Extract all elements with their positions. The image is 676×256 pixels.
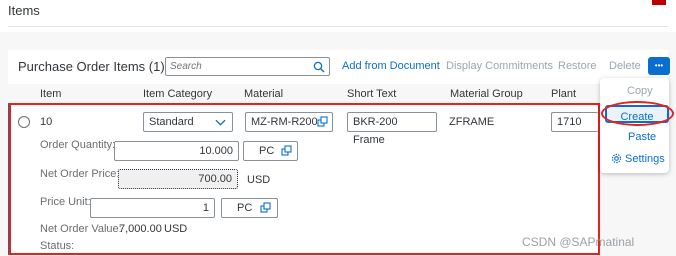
price-unit-unit-field[interactable]: PC: [221, 198, 278, 218]
page-title: Items: [8, 3, 40, 18]
display-commitments-button[interactable]: Display Commitments: [446, 60, 553, 72]
create-annotation-ellipse: [601, 101, 674, 126]
price-unit-input[interactable]: 1: [90, 198, 215, 218]
header-divider: [8, 26, 668, 27]
net-order-price-input[interactable]: 700.00: [118, 169, 238, 189]
delete-button[interactable]: Delete: [609, 60, 641, 72]
column-header-item-category: Item Category: [143, 88, 213, 100]
plant-value: 1710: [557, 116, 582, 128]
table-title: Purchase Order Items (1): [18, 59, 165, 74]
more-icon: •••: [654, 61, 664, 70]
plant-field[interactable]: 1710: [551, 112, 598, 132]
chevron-down-icon[interactable]: [215, 117, 226, 127]
column-header-item: Item: [40, 88, 62, 100]
add-from-document-button[interactable]: Add from Document: [342, 60, 440, 72]
net-order-price-currency: USD: [247, 174, 271, 186]
page-header: [0, 0, 676, 32]
search-icon[interactable]: [313, 61, 325, 73]
search-field[interactable]: [165, 57, 330, 76]
item-category-value: Standard: [149, 116, 194, 128]
column-header-short-text: Short Text: [347, 88, 397, 100]
value-help-icon[interactable]: [281, 145, 293, 157]
column-header-material: Material: [244, 88, 284, 100]
menu-item-paste[interactable]: Paste: [628, 131, 656, 143]
value-help-icon[interactable]: [260, 202, 272, 214]
watermark: CSDN @SAPmatinal: [522, 235, 635, 249]
short-text-field[interactable]: BKR-200 Frame: [347, 112, 437, 146]
price-unit-label: Price Unit:: [40, 196, 91, 208]
row-select-radio[interactable]: [18, 116, 30, 128]
more-button[interactable]: •••: [648, 57, 670, 75]
menu-item-copy[interactable]: Copy: [627, 85, 653, 97]
status-label: Status:: [40, 240, 75, 252]
value-help-icon[interactable]: [317, 116, 329, 128]
net-order-value-currency: USD: [164, 223, 188, 235]
net-order-price-label: Net Order Price:: [40, 168, 120, 180]
order-quantity-unit-field[interactable]: PC: [243, 141, 298, 161]
restore-button[interactable]: Restore: [558, 60, 597, 72]
column-header-material-group: Material Group: [450, 88, 523, 100]
material-group-value: ZFRAME: [449, 116, 495, 128]
gear-icon[interactable]: [611, 153, 622, 164]
net-order-value-label: Net Order Value:: [40, 223, 122, 235]
net-order-value: 7,000.00: [119, 223, 162, 235]
price-unit-unit-value: PC: [237, 202, 253, 214]
column-header-row: Item Item Category Material Short Text M…: [8, 86, 598, 102]
corner-close-indicator[interactable]: [652, 0, 666, 5]
search-input[interactable]: [170, 59, 306, 74]
menu-item-settings[interactable]: Settings: [625, 153, 665, 165]
order-quantity-label: Order Quantity:: [40, 139, 116, 151]
order-quantity-input[interactable]: 10.000: [114, 141, 239, 161]
order-quantity-unit-value: PC: [259, 145, 275, 157]
column-header-plant: Plant: [551, 88, 577, 100]
item-number: 10: [40, 116, 53, 128]
material-field[interactable]: MZ-RM-R200: [245, 112, 333, 132]
material-value: MZ-RM-R200: [251, 116, 318, 128]
item-category-select[interactable]: Standard: [143, 112, 233, 132]
